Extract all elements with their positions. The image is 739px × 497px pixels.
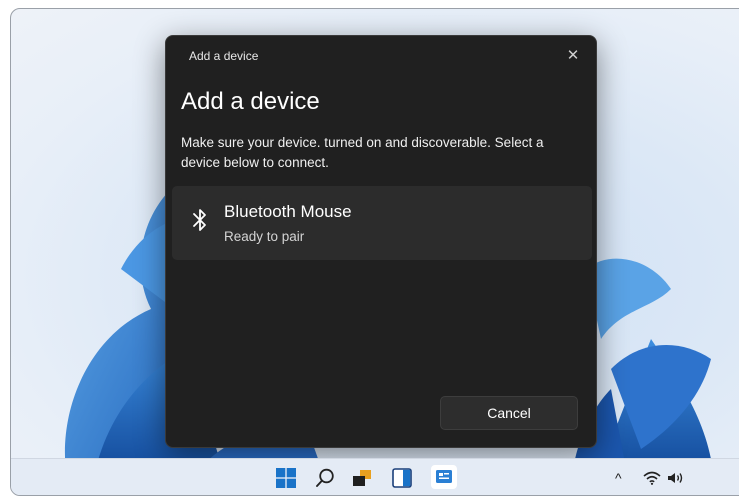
chevron-up-icon: ^ [615,470,622,486]
widgets-button[interactable] [391,467,413,489]
task-view-button[interactable] [351,467,373,489]
volume-icon [668,473,683,483]
start-icon [276,468,296,488]
settings-button[interactable] [431,465,457,489]
dialog-heading: Add a device [181,88,320,115]
dialog-window-title: Add a device [189,49,259,63]
search-icon [316,468,334,487]
close-icon: ✕ [566,47,580,64]
device-status: Ready to pair [224,229,305,244]
wifi-button[interactable] [643,469,661,487]
taskbar: ^ [11,458,739,495]
bluetooth-icon [193,209,206,231]
start-button[interactable] [275,467,297,489]
close-button[interactable]: ✕ [562,44,584,66]
cancel-button[interactable]: Cancel [440,396,578,430]
wifi-icon [643,471,661,485]
volume-button[interactable] [667,469,685,487]
add-device-dialog: Add a device ✕ Add a device Make sure yo… [165,35,597,448]
device-name: Bluetooth Mouse [224,202,352,221]
tray-overflow-button[interactable]: ^ [615,469,622,487]
search-button[interactable] [314,467,336,489]
widgets-icon [392,468,412,488]
desktop: Add a device ✕ Add a device Make sure yo… [10,8,739,496]
task-view-icon [353,470,371,486]
device-list-item[interactable]: Bluetooth Mouse Ready to pair [172,186,592,260]
dialog-description: Make sure your device. turned on and dis… [181,135,544,170]
settings-icon [436,470,452,483]
